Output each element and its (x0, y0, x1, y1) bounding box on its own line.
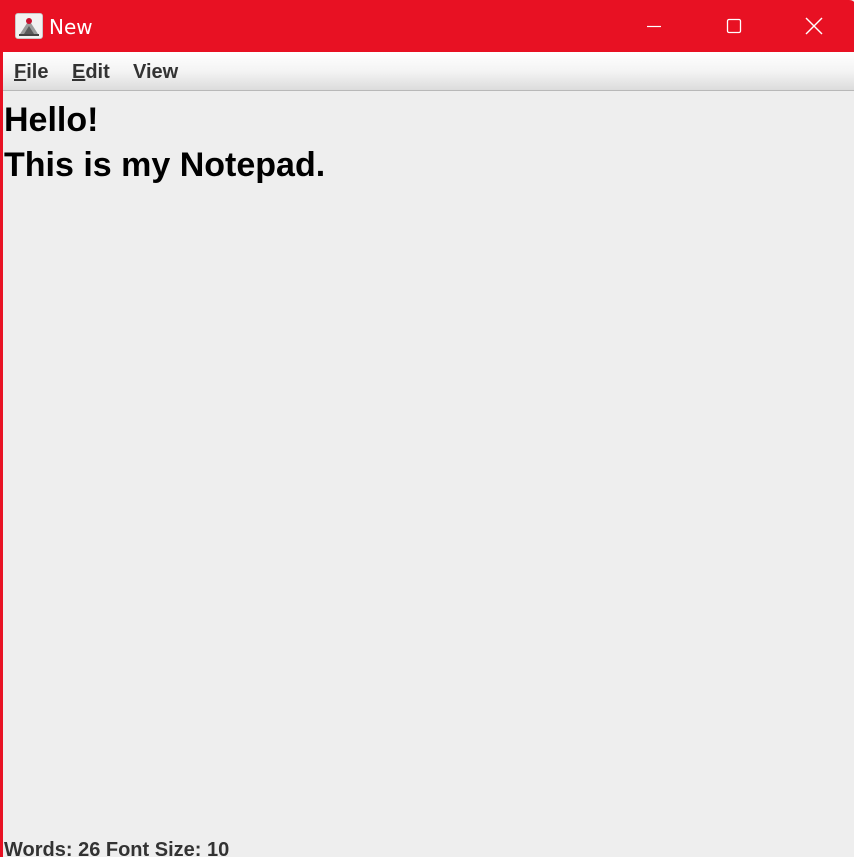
menu-bar: File Edit View (3, 52, 854, 91)
maximize-button[interactable] (694, 0, 774, 52)
notepad-window: New File Edit View Hello! This is my Not… (0, 0, 854, 857)
menu-file-label: ile (26, 61, 49, 83)
java-app-icon[interactable] (15, 13, 43, 39)
menu-view[interactable]: View (133, 60, 178, 84)
close-button[interactable] (774, 0, 854, 52)
status-bar: Words: 26 Font Size: 10 (4, 839, 230, 857)
close-icon (805, 17, 823, 35)
menu-edit[interactable]: Edit (72, 60, 110, 84)
minimize-icon (647, 25, 661, 28)
title-bar[interactable]: New (3, 0, 854, 52)
menu-file-mnemonic: F (14, 61, 27, 83)
window-title: New (49, 15, 93, 39)
menu-edit-mnemonic: E (72, 61, 86, 83)
text-editor[interactable]: Hello! This is my Notepad. (4, 92, 854, 837)
menu-view-label: View (133, 61, 179, 83)
menu-edit-label: dit (85, 61, 110, 83)
maximize-icon (726, 18, 742, 34)
minimize-button[interactable] (614, 0, 694, 52)
menu-file[interactable]: File (14, 60, 48, 84)
